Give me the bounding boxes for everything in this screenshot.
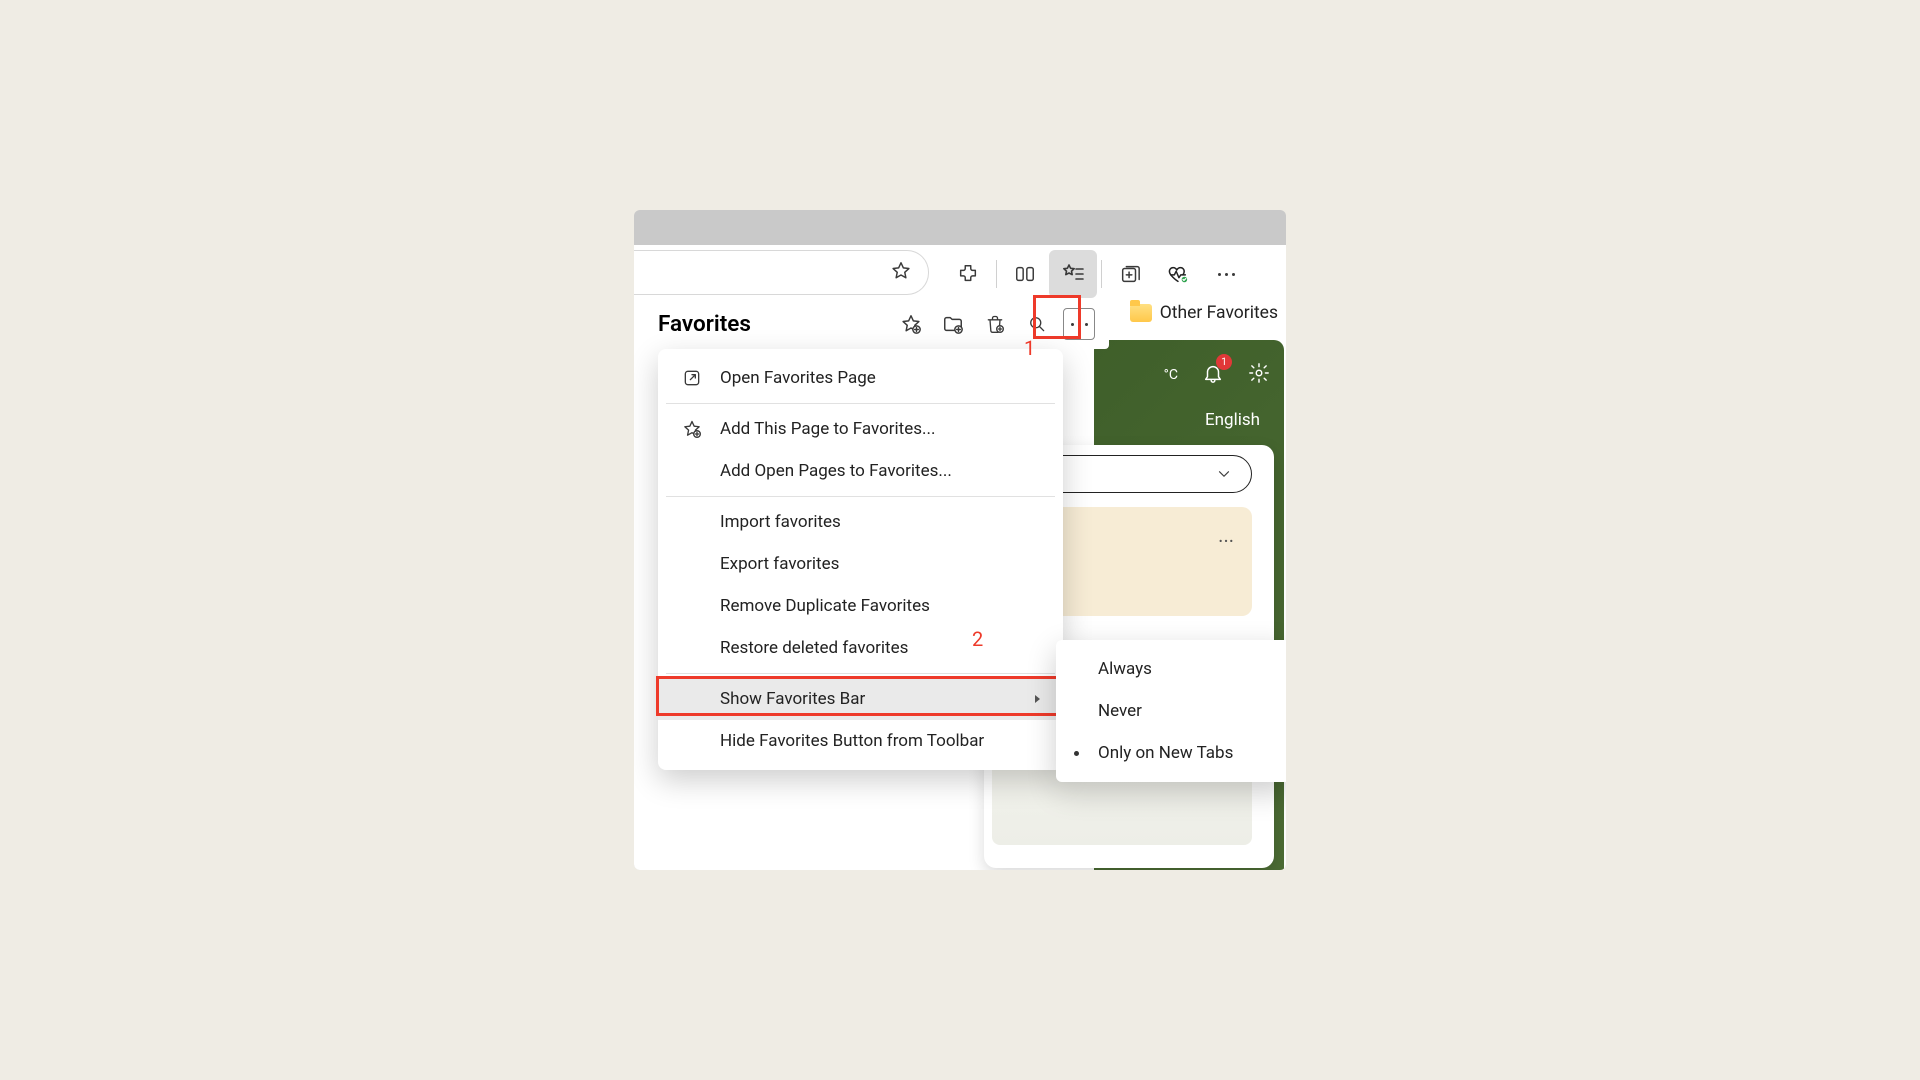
collections-icon[interactable] <box>1106 250 1154 298</box>
other-favorites-folder[interactable]: Other Favorites <box>1130 303 1278 323</box>
menu-label: Import favorites <box>720 512 841 532</box>
menu-export-favorites[interactable]: Export favorites <box>658 543 1063 585</box>
menu-separator <box>666 496 1055 497</box>
toolbar-separator <box>1101 260 1102 288</box>
toolbar-icons <box>944 250 1250 298</box>
chevron-down-icon <box>1215 465 1233 483</box>
submenu-label: Always <box>1098 659 1152 679</box>
menu-add-open-pages[interactable]: Add Open Pages to Favorites... <box>658 450 1063 492</box>
add-favorite-icon[interactable] <box>895 308 927 340</box>
menu-label: Restore deleted favorites <box>720 638 908 658</box>
submenu-never[interactable]: Never <box>1056 690 1286 732</box>
more-menu-icon[interactable] <box>1202 250 1250 298</box>
health-icon[interactable] <box>1154 250 1202 298</box>
star-plus-icon <box>678 419 706 439</box>
add-folder-icon[interactable] <box>937 308 969 340</box>
star-outline-icon[interactable] <box>890 260 912 286</box>
submenu-label: Only on New Tabs <box>1098 743 1233 763</box>
menu-restore-deleted[interactable]: Restore deleted favorites <box>658 627 1063 669</box>
menu-label: Add This Page to Favorites... <box>720 419 935 439</box>
submenu-always[interactable]: Always <box>1056 648 1286 690</box>
bell-icon[interactable]: 1 <box>1202 362 1224 388</box>
submenu-label: Never <box>1098 701 1142 721</box>
background-card: °C 1 English ... ửa <box>1094 340 1284 870</box>
split-screen-icon[interactable] <box>1001 250 1049 298</box>
delete-icon[interactable] <box>979 308 1011 340</box>
menu-import-favorites[interactable]: Import favorites <box>658 501 1063 543</box>
favorites-title: Favorites <box>658 311 885 337</box>
favorites-panel-header: Favorites <box>644 299 1109 349</box>
favorites-context-menu: Open Favorites Page Add This Page to Fav… <box>658 349 1063 770</box>
browser-chrome: Other Favorites °C 1 English <box>634 245 1286 870</box>
favorites-bar: Other Favorites <box>1130 303 1278 323</box>
menu-remove-duplicates[interactable]: Remove Duplicate Favorites <box>658 585 1063 627</box>
menu-label: Show Favorites Bar <box>720 689 865 709</box>
more-options-icon[interactable] <box>1063 308 1095 340</box>
chevron-right-icon <box>1033 689 1043 709</box>
menu-label: Export favorites <box>720 554 839 574</box>
menu-hide-favorites-button[interactable]: Hide Favorites Button from Toolbar <box>658 720 1063 762</box>
menu-label: Add Open Pages to Favorites... <box>720 461 952 481</box>
menu-add-this-page[interactable]: Add This Page to Favorites... <box>658 408 1063 450</box>
temp-unit: °C <box>1164 367 1178 383</box>
menu-label: Open Favorites Page <box>720 368 876 388</box>
notification-badge: 1 <box>1216 354 1232 370</box>
address-bar[interactable] <box>634 250 929 295</box>
language-label[interactable]: English <box>1205 410 1260 430</box>
menu-open-favorites-page[interactable]: Open Favorites Page <box>658 357 1063 399</box>
screenshot-stage: Other Favorites °C 1 English <box>634 210 1286 870</box>
gear-icon[interactable] <box>1248 362 1270 388</box>
open-external-icon <box>678 368 706 388</box>
folder-icon <box>1130 304 1152 322</box>
menu-show-favorites-bar[interactable]: Show Favorites Bar <box>658 678 1063 720</box>
toolbar-separator <box>996 260 997 288</box>
favorites-panel: Favorites <box>644 299 1109 349</box>
menu-separator <box>666 673 1055 674</box>
other-favorites-label: Other Favorites <box>1160 303 1278 323</box>
menu-label: Remove Duplicate Favorites <box>720 596 930 616</box>
browser-toolbar <box>634 250 1286 298</box>
search-icon[interactable] <box>1021 308 1053 340</box>
submenu-only-new-tabs[interactable]: Only on New Tabs <box>1056 732 1286 774</box>
menu-label: Hide Favorites Button from Toolbar <box>720 731 984 751</box>
extension-icon[interactable] <box>944 250 992 298</box>
favorites-icon[interactable] <box>1049 250 1097 298</box>
bullet-icon <box>1074 751 1082 756</box>
menu-separator <box>666 403 1055 404</box>
show-favorites-bar-submenu: Always Never Only on New Tabs <box>1056 640 1286 782</box>
